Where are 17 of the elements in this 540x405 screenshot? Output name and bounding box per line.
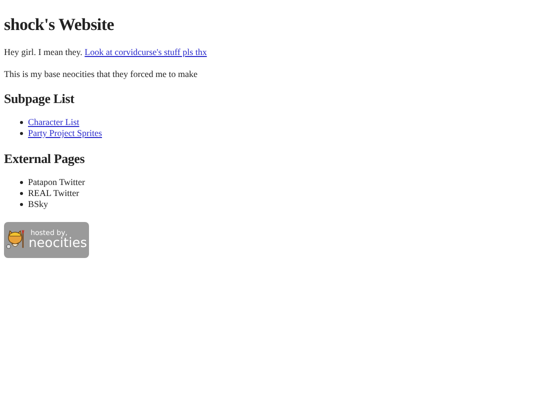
list-item: Patapon Twitter [28,177,85,188]
list-item: BSky [28,199,48,210]
page-title: shock's Website [4,15,115,35]
section-heading: Subpage List [4,91,76,107]
bullet-icon [20,203,23,206]
bullet-icon [20,132,23,135]
link[interactable]: Look at corvidcurse's stuff pls thx [84,47,207,57]
bullet-icon [20,181,23,184]
paragraph: This is my base neocities that they forced me to make [4,69,198,79]
badge-brand: neocities [28,237,87,250]
list-link[interactable]: Party Project Sprites [28,128,102,139]
list-item: REAL Twitter [28,188,80,199]
bullet-icon [20,192,23,195]
bullet-icon [20,121,23,124]
list-link[interactable]: Character List [28,117,80,128]
section-heading: External Pages [4,151,86,167]
paragraph: Hey girl. I mean they. Look at corvidcurse's stuff pls thx [4,47,208,57]
